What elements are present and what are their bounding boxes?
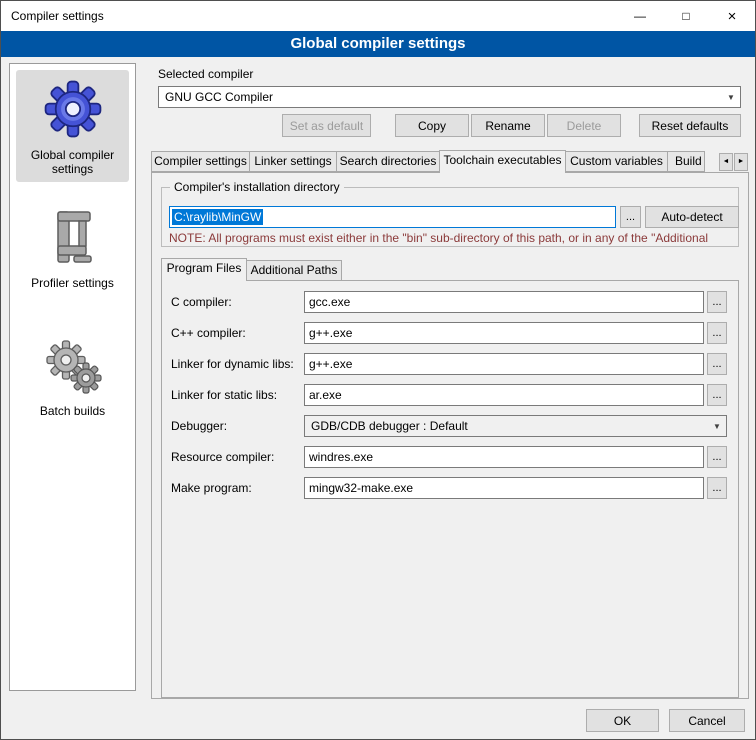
field-label: C++ compiler: <box>171 326 246 340</box>
window-title: Compiler settings <box>1 9 104 23</box>
compiler-select-value: GNU GCC Compiler <box>165 90 273 104</box>
compiler-settings-dialog: Compiler settings — □ × Global compiler … <box>0 0 756 740</box>
gear-icon <box>42 78 104 140</box>
field-label: Resource compiler: <box>171 450 274 464</box>
sidebar-item-label: Global compiler settings <box>18 148 127 176</box>
note-text: NOTE: All programs must exist either in … <box>169 231 737 245</box>
installation-directory-group-label: Compiler's installation directory <box>170 180 344 194</box>
chevron-down-icon: ▼ <box>722 93 740 102</box>
tab-compiler-settings[interactable]: Compiler settings <box>151 151 250 172</box>
copy-button[interactable]: Copy <box>395 114 469 137</box>
c-compiler-browse-button[interactable]: ... <box>707 291 727 313</box>
tab-scroll-right-button[interactable]: ► <box>734 153 748 171</box>
installation-directory-browse-button[interactable]: ... <box>620 206 641 228</box>
make-program-input[interactable] <box>304 477 704 499</box>
close-icon: × <box>728 8 737 25</box>
field-label: Linker for dynamic libs: <box>171 357 294 371</box>
tab-search-directories[interactable]: Search directories <box>336 151 440 172</box>
set-as-default-button[interactable]: Set as default <box>282 114 371 137</box>
sidebar-item-label: Batch builds <box>40 404 105 418</box>
sidebar-item-batch-builds[interactable]: Batch builds <box>16 330 129 424</box>
auto-detect-button[interactable]: Auto-detect <box>645 206 739 228</box>
compiler-select[interactable]: GNU GCC Compiler ▼ <box>158 86 741 108</box>
minimize-icon: — <box>634 9 646 23</box>
sidebar-item-global-compiler-settings[interactable]: Global compiler settings <box>16 70 129 182</box>
minimize-button[interactable]: — <box>617 1 663 31</box>
dynamic-linker-input[interactable] <box>304 353 704 375</box>
cpp-compiler-browse-button[interactable]: ... <box>707 322 727 344</box>
ok-button[interactable]: OK <box>586 709 659 732</box>
maximize-icon: □ <box>682 9 689 23</box>
titlebar: Compiler settings — □ × <box>1 1 755 31</box>
resource-compiler-input[interactable] <box>304 446 704 468</box>
field-label: Debugger: <box>171 419 227 433</box>
installation-directory-input[interactable]: C:\raylib\MinGW <box>169 206 616 228</box>
tab-linker-settings[interactable]: Linker settings <box>249 151 337 172</box>
installation-directory-value: C:\raylib\MinGW <box>172 209 263 225</box>
gears-icon <box>42 338 104 396</box>
tab-scroll-left-button[interactable]: ◄ <box>719 153 733 171</box>
dynamic-linker-browse-button[interactable]: ... <box>707 353 727 375</box>
selected-compiler-label: Selected compiler <box>158 67 253 81</box>
maximize-button[interactable]: □ <box>663 1 709 31</box>
sidebar-item-profiler-settings[interactable]: Profiler settings <box>16 200 129 296</box>
tab-build-options[interactable]: Build <box>667 151 705 172</box>
clamp-icon <box>46 208 100 268</box>
c-compiler-input[interactable] <box>304 291 704 313</box>
tab-toolchain-executables[interactable]: Toolchain executables <box>439 150 566 173</box>
field-label: Make program: <box>171 481 252 495</box>
chevron-down-icon: ▼ <box>708 422 726 431</box>
page-title: Global compiler settings <box>1 31 755 57</box>
resource-compiler-browse-button[interactable]: ... <box>707 446 727 468</box>
window-controls: — □ × <box>617 1 755 31</box>
delete-button[interactable]: Delete <box>547 114 621 137</box>
reset-defaults-button[interactable]: Reset defaults <box>639 114 741 137</box>
rename-button[interactable]: Rename <box>471 114 545 137</box>
subtab-additional-paths[interactable]: Additional Paths <box>246 260 342 281</box>
field-label: C compiler: <box>171 295 232 309</box>
cpp-compiler-input[interactable] <box>304 322 704 344</box>
subtab-program-files[interactable]: Program Files <box>161 258 247 281</box>
make-program-browse-button[interactable]: ... <box>707 477 727 499</box>
tab-custom-variables[interactable]: Custom variables <box>565 151 668 172</box>
debugger-select-value: GDB/CDB debugger : Default <box>311 419 468 433</box>
debugger-select[interactable]: GDB/CDB debugger : Default ▼ <box>304 415 727 437</box>
sidebar-item-label: Profiler settings <box>31 276 114 290</box>
close-button[interactable]: × <box>709 1 755 31</box>
sidebar: Global compiler settings Profiler settin… <box>9 63 136 691</box>
cancel-button[interactable]: Cancel <box>669 709 745 732</box>
field-label: Linker for static libs: <box>171 388 277 402</box>
static-linker-input[interactable] <box>304 384 704 406</box>
static-linker-browse-button[interactable]: ... <box>707 384 727 406</box>
